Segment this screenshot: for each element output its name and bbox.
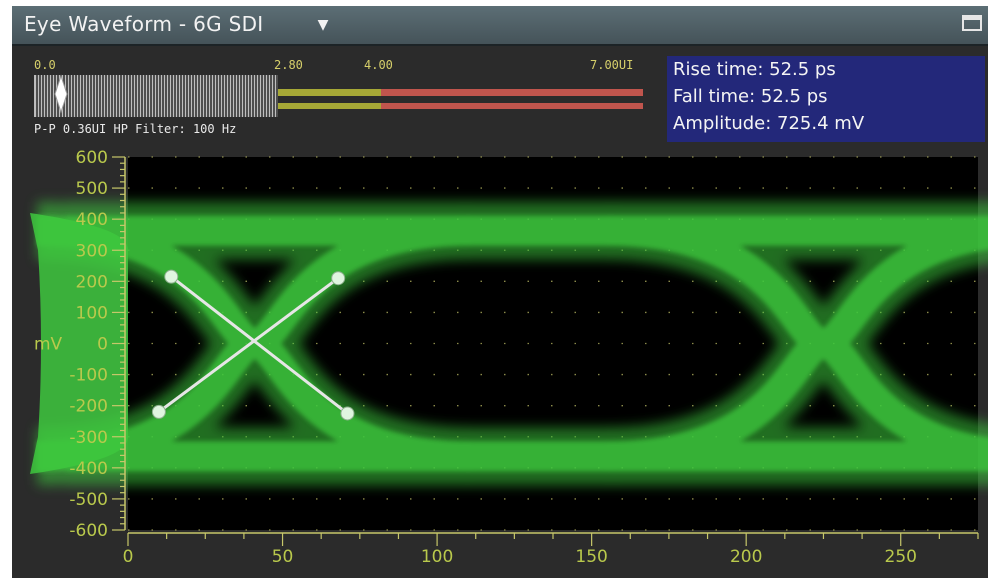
- y-tick-label: -300: [69, 428, 108, 448]
- x-tick-label: 100: [421, 547, 453, 567]
- y-tick-label: 600: [76, 148, 108, 168]
- y-tick-label: 500: [76, 179, 108, 199]
- y-tick-label: 300: [76, 241, 108, 261]
- y-tick-label: -500: [69, 490, 108, 510]
- x-tick-label: 150: [575, 547, 607, 567]
- y-tick-label: 0: [97, 335, 108, 355]
- fall-time-marker-handle[interactable]: [340, 406, 355, 421]
- y-axis-label: mV: [34, 335, 63, 355]
- rise-time-marker-handle[interactable]: [151, 404, 166, 419]
- x-tick-label: 50: [272, 547, 294, 567]
- y-tick-label: -600: [69, 521, 108, 541]
- y-tick-label: 400: [76, 210, 108, 230]
- y-tick-label: -100: [69, 366, 108, 386]
- x-tick-label: 250: [885, 547, 917, 567]
- fall-time-marker-handle[interactable]: [164, 269, 179, 284]
- eye-waveform-window: Eye Waveform - 6G SDI ▼ 0.0 2.80 4.00 7.…: [12, 6, 988, 578]
- eye-diagram-chart: 6005004003002001000-100-200-300-400-500-…: [30, 148, 988, 567]
- rise-time-marker-handle[interactable]: [331, 271, 346, 286]
- y-tick-label: -400: [69, 459, 108, 479]
- x-tick-label: 0: [123, 547, 134, 567]
- y-tick-label: 200: [76, 272, 108, 292]
- x-tick-label: 200: [730, 547, 762, 567]
- y-tick-label: 100: [76, 303, 108, 323]
- y-tick-label: -200: [69, 397, 108, 417]
